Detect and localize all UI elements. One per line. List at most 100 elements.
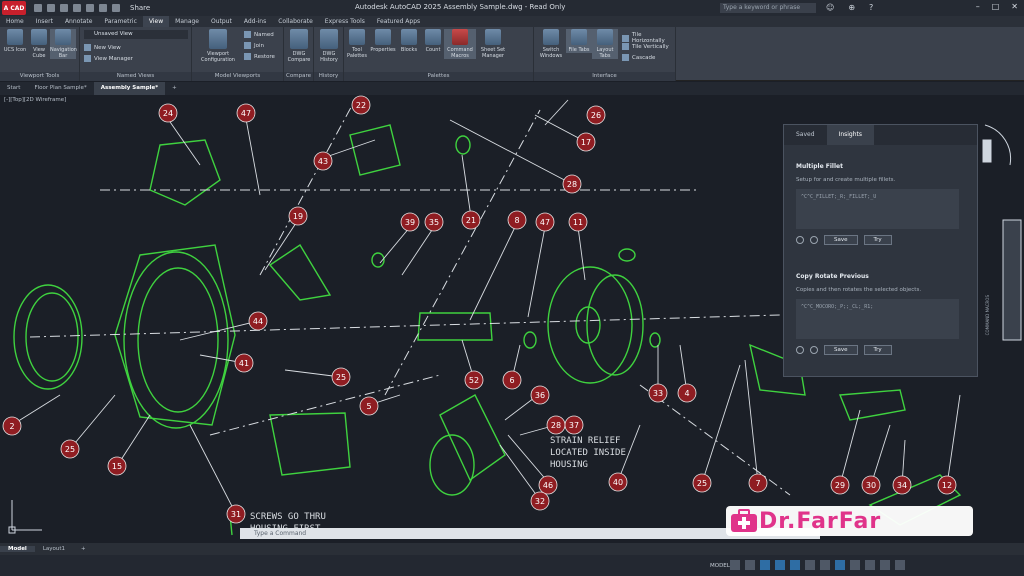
- dislike-icon[interactable]: [810, 346, 818, 354]
- save-button[interactable]: Save: [824, 235, 858, 245]
- command-macros-button[interactable]: Command Macros: [444, 29, 476, 59]
- ortho-icon[interactable]: [760, 560, 770, 570]
- application-menu-button[interactable]: A CAD: [2, 1, 26, 15]
- workspace-icon[interactable]: [850, 560, 860, 570]
- tool-palettes-button[interactable]: Tool Palettes: [344, 29, 370, 59]
- balloon-label: 31: [231, 510, 241, 519]
- balloon-label: 11: [573, 218, 583, 227]
- view-cube-button[interactable]: View Cube: [26, 29, 52, 59]
- user-icon[interactable]: ☺: [826, 3, 834, 12]
- named-views-panel: Unsaved View New View View Manager Named…: [80, 27, 192, 81]
- ribbon-tab-parametric[interactable]: Parametric: [98, 16, 143, 27]
- ucs-icon-button[interactable]: UCS Icon: [2, 29, 28, 53]
- close-icon[interactable]: ✕: [1011, 2, 1018, 11]
- lineweight-icon[interactable]: [820, 560, 830, 570]
- plot-icon[interactable]: [86, 4, 94, 12]
- doc-tab-0[interactable]: Start: [0, 82, 27, 95]
- save-as-icon[interactable]: [73, 4, 81, 12]
- dwg-compare-button[interactable]: DWG Compare: [286, 29, 312, 63]
- osnap-icon[interactable]: [790, 560, 800, 570]
- count-button[interactable]: Count: [420, 29, 446, 53]
- balloon-label: 19: [293, 212, 303, 221]
- snap-icon[interactable]: [745, 560, 755, 570]
- isolate-icon[interactable]: [865, 560, 875, 570]
- customize-icon[interactable]: [895, 560, 905, 570]
- tab-insights[interactable]: Insights: [826, 125, 875, 145]
- join-item[interactable]: Join: [244, 42, 264, 49]
- navigation-bar-button[interactable]: Navigation Bar: [50, 29, 77, 59]
- cascade-item[interactable]: Cascade: [622, 54, 655, 61]
- like-icon[interactable]: [796, 236, 804, 244]
- grid-icon[interactable]: [730, 560, 740, 570]
- redo-icon[interactable]: [112, 4, 120, 12]
- properties-button[interactable]: Properties: [370, 29, 396, 53]
- ribbon-tab-express-tools[interactable]: Express Tools: [319, 16, 371, 27]
- macro-title: Multiple Fillet: [796, 163, 843, 170]
- tile-vertically-item[interactable]: Tile Vertically: [622, 43, 669, 50]
- model-space-label[interactable]: MODEL: [710, 563, 730, 569]
- blocks-button[interactable]: Blocks: [396, 29, 422, 53]
- undo-icon[interactable]: [99, 4, 107, 12]
- share-button[interactable]: Share: [130, 4, 150, 12]
- file-tabs-button[interactable]: File Tabs: [566, 29, 592, 53]
- palettes-panel: Tool Palettes Properties Blocks Count Co…: [344, 27, 534, 81]
- ribbon-tab-home[interactable]: Home: [0, 16, 30, 27]
- doc-tab-2[interactable]: Assembly Sample*: [93, 82, 166, 95]
- ribbon-tab-insert[interactable]: Insert: [30, 16, 59, 27]
- ribbon-tab-annotate[interactable]: Annotate: [59, 16, 98, 27]
- balloon-label: 24: [163, 109, 173, 118]
- viewport-controls-label[interactable]: [-][Top][2D Wireframe]: [4, 97, 66, 103]
- view-combo[interactable]: Unsaved View: [84, 30, 188, 39]
- navigation-bar[interactable]: [1002, 219, 1022, 341]
- new-tab-icon[interactable]: +: [165, 82, 184, 95]
- add-layout-icon[interactable]: +: [73, 546, 94, 552]
- switch-windows-button[interactable]: Switch Windows: [538, 29, 564, 59]
- balloon-label: 26: [591, 111, 601, 120]
- ribbon-tab-view[interactable]: View: [142, 16, 170, 27]
- like-icon[interactable]: [796, 346, 804, 354]
- ribbon-tab-collaborate[interactable]: Collaborate: [272, 16, 319, 27]
- new-view-item[interactable]: New View: [84, 44, 121, 51]
- ribbon-tab-manage[interactable]: Manage: [169, 16, 205, 27]
- otrack-icon[interactable]: [805, 560, 815, 570]
- sheet-set-manager-button[interactable]: Sheet Set Manager: [478, 29, 508, 59]
- balloon-label: 52: [469, 376, 479, 385]
- ribbon-tab-add-ins[interactable]: Add-ins: [238, 16, 272, 27]
- view-manager-item[interactable]: View Manager: [84, 55, 133, 62]
- maximize-icon[interactable]: □: [992, 2, 1000, 11]
- history-title: History: [314, 72, 343, 81]
- macro-code: ^C^C_FILLET;_R;_FILLET;_U: [796, 189, 959, 229]
- balloon-label: 34: [897, 481, 907, 490]
- try-button[interactable]: Try: [863, 235, 892, 245]
- tab-saved[interactable]: Saved: [784, 125, 827, 145]
- open-icon[interactable]: [47, 4, 55, 12]
- viewport-configuration-button[interactable]: Viewport Configuration: [198, 29, 238, 63]
- restore-item[interactable]: Restore: [244, 53, 275, 60]
- layout-tab-layout1[interactable]: Layout1: [35, 546, 73, 552]
- annotation-scale-icon[interactable]: [835, 560, 845, 570]
- note-strain-2: LOCATED INSIDE: [550, 448, 626, 458]
- dislike-icon[interactable]: [810, 236, 818, 244]
- save-icon[interactable]: [60, 4, 68, 12]
- minimize-icon[interactable]: –: [976, 2, 980, 11]
- balloon-label: 43: [318, 157, 328, 166]
- ribbon-tab-output[interactable]: Output: [205, 16, 238, 27]
- viewcube-icon[interactable]: [982, 124, 1012, 166]
- watermark-text: Dr.FarFar: [759, 508, 882, 534]
- title-bar: A CAD Share Autodesk AutoCAD 2025 Assemb…: [0, 0, 1024, 16]
- polar-icon[interactable]: [775, 560, 785, 570]
- help-icon[interactable]: ?: [869, 3, 873, 12]
- doc-tab-1[interactable]: Floor Plan Sample*: [27, 82, 93, 95]
- try-button[interactable]: Try: [863, 345, 892, 355]
- cart-icon[interactable]: ⊕: [848, 3, 855, 12]
- search-input[interactable]: Type a keyword or phrase: [720, 3, 816, 13]
- new-icon[interactable]: [34, 4, 42, 12]
- ribbon-tab-featured-apps[interactable]: Featured Apps: [371, 16, 426, 27]
- layout-tab-model[interactable]: Model: [0, 546, 35, 552]
- macro-card-multiple-fillet: Multiple Fillet Setup for and create mul…: [796, 163, 959, 245]
- layout-tabs-button[interactable]: Layout Tabs: [592, 29, 618, 59]
- fullscreen-icon[interactable]: [880, 560, 890, 570]
- save-button[interactable]: Save: [824, 345, 858, 355]
- named-item[interactable]: Named: [244, 31, 274, 38]
- dwg-history-button[interactable]: DWG History: [316, 29, 342, 63]
